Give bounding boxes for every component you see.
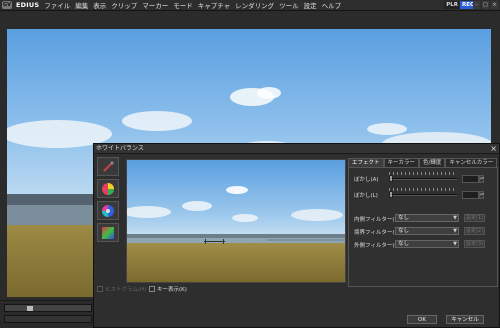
- cancel-button[interactable]: キャンセル: [446, 315, 484, 324]
- edge-filter-label: 境界フィルター(E): [354, 230, 401, 236]
- blur-l-spinner[interactable]: ▴▾: [479, 191, 484, 199]
- menubar: GV EDIUS ファイル 編集 表示 クリップ マーカー モード キャプチャ …: [0, 0, 500, 11]
- inner-filter-settings-button[interactable]: 設定(1): [464, 214, 485, 222]
- outer-filter-value: なし: [398, 241, 410, 247]
- tab-color-luminance[interactable]: 色/輝度: [419, 158, 446, 167]
- outer-filter-select[interactable]: なし ▼: [395, 240, 459, 248]
- menu-capture[interactable]: キャプチャ: [198, 0, 230, 10]
- key-display-checkbox[interactable]: [149, 286, 155, 292]
- color-wheel-alt-button[interactable]: [97, 201, 119, 220]
- menu-tools[interactable]: ツール: [279, 0, 299, 10]
- dialog-title: ホワイトバランス: [94, 144, 499, 154]
- outer-filter-label: 外側フィルター(O): [354, 243, 402, 249]
- player-mode-label[interactable]: PLR: [444, 1, 460, 9]
- menu-edit[interactable]: 編集: [75, 0, 88, 10]
- blur-l-ticks: [389, 188, 457, 191]
- outer-filter-settings-button[interactable]: 設定(3): [464, 240, 485, 248]
- blur-l-label: ぼかし(L): [354, 193, 378, 199]
- blur-a-slider[interactable]: [389, 178, 457, 180]
- tab-key-color[interactable]: キーカラー: [383, 158, 420, 167]
- edge-filter-value: なし: [398, 228, 410, 234]
- key-display-check-row: キー表示(K): [149, 285, 187, 293]
- close-window-button[interactable]: ×: [491, 1, 498, 9]
- dialog-preview-image: [126, 159, 346, 283]
- blur-a-knob[interactable]: [389, 175, 393, 182]
- menu-render[interactable]: レンダリング: [235, 0, 274, 10]
- menu-marker[interactable]: マーカー: [142, 0, 168, 10]
- menu-view[interactable]: 表示: [93, 0, 106, 10]
- effect-panel: ぼかし(A) ▴▾ ぼかし(L) ▴▾ 内側フィルター(I) なし ▼ 設定(1…: [348, 167, 498, 287]
- inner-filter-select[interactable]: なし ▼: [395, 214, 459, 222]
- tab-effect[interactable]: エフェクト: [348, 158, 384, 167]
- color-gradient-icon: [102, 226, 114, 239]
- minimize-button[interactable]: –: [473, 1, 480, 9]
- eyedropper-button[interactable]: [97, 157, 119, 176]
- menu-help[interactable]: ヘルプ: [322, 0, 342, 10]
- menu-clip[interactable]: クリップ: [111, 0, 137, 10]
- app-brand: EDIUS: [16, 1, 40, 9]
- chevron-down-icon: ▼: [453, 228, 457, 234]
- blur-l-value[interactable]: [462, 191, 479, 199]
- tool-column: [97, 157, 121, 245]
- ok-button[interactable]: OK: [407, 315, 437, 324]
- inner-filter-label: 内側フィルター(I): [354, 217, 399, 223]
- chroma-key-dialog: ホワイトバランス × ヒストグラム(H) キー表示(K) エフェクト キーカラー…: [93, 143, 500, 328]
- menu-file[interactable]: ファイル: [44, 0, 70, 10]
- edius-app-window: GV EDIUS ファイル 編集 表示 クリップ マーカー モード キャプチャ …: [0, 0, 500, 328]
- key-display-label: キー表示(K): [157, 287, 187, 293]
- histogram-checkbox[interactable]: [97, 286, 103, 292]
- edge-filter-select[interactable]: なし ▼: [395, 227, 459, 235]
- chevron-down-icon: ▼: [453, 215, 457, 221]
- color-gradient-button[interactable]: [97, 223, 119, 242]
- window-controls: – □ ×: [473, 1, 498, 9]
- timeline-knob[interactable]: [27, 306, 33, 311]
- chevron-down-icon: ▼: [453, 241, 457, 247]
- plr-rec-toggle[interactable]: PLR REC: [444, 1, 476, 9]
- color-wheel-alt-icon: [102, 204, 114, 217]
- app-logo-icon: GV: [2, 1, 12, 9]
- menu-mode[interactable]: モード: [173, 0, 193, 10]
- histogram-label: ヒストグラム(H): [105, 287, 147, 293]
- eyedropper-icon: [103, 160, 114, 172]
- edge-filter-settings-button[interactable]: 設定(2): [464, 227, 485, 235]
- timeline-strip: [4, 315, 92, 323]
- tab-cancel-color[interactable]: キャンセルカラー: [445, 158, 498, 167]
- blur-l-knob[interactable]: [389, 191, 393, 198]
- inner-filter-value: なし: [398, 215, 410, 221]
- blur-a-value[interactable]: [462, 175, 479, 183]
- color-wheel-icon: [102, 182, 114, 195]
- maximize-button[interactable]: □: [482, 1, 489, 9]
- histogram-check-row: ヒストグラム(H): [97, 285, 146, 293]
- timeline-scrubber[interactable]: [4, 304, 92, 312]
- blur-l-slider[interactable]: [389, 194, 457, 196]
- blur-a-ticks: [389, 172, 457, 175]
- blur-a-spinner[interactable]: ▴▾: [479, 175, 484, 183]
- menu-settings[interactable]: 設定: [304, 0, 317, 10]
- blur-a-label: ぼかし(A): [354, 177, 379, 183]
- settings-tabs: エフェクト キーカラー 色/輝度 キャンセルカラー: [348, 158, 498, 167]
- dialog-close-button[interactable]: ×: [490, 144, 497, 154]
- color-wheel-button[interactable]: [97, 179, 119, 198]
